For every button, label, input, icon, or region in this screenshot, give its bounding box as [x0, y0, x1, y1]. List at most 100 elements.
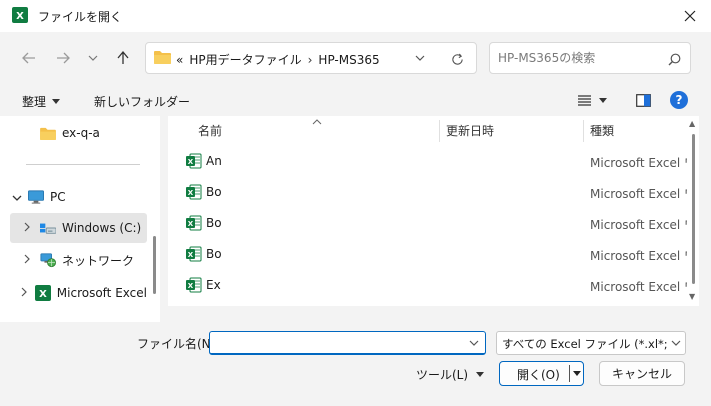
file-row[interactable]: X Ex Microsoft Excel ワ: [168, 270, 687, 300]
nav-item-label: ex-q-a: [62, 126, 100, 140]
excel-file-icon: X: [186, 184, 202, 200]
column-divider[interactable]: [439, 120, 440, 142]
preview-pane-icon: [635, 93, 651, 107]
scroll-down-arrow-icon[interactable]: ▼: [689, 292, 695, 301]
column-divider[interactable]: [583, 120, 584, 142]
open-label: 開く(O): [517, 368, 560, 382]
tools-button[interactable]: ツール(L): [416, 364, 485, 384]
excel-icon: X: [34, 285, 51, 301]
caret-down-icon: [52, 99, 61, 104]
pc-icon: [28, 189, 44, 205]
svg-text:X: X: [39, 289, 47, 300]
new-folder-button[interactable]: 新しいフォルダー: [94, 93, 190, 110]
filename-dropdown-button[interactable]: [466, 335, 482, 351]
nav-item-label: Windows (C:): [62, 221, 142, 235]
tools-label: ツール(L): [416, 367, 469, 382]
nav-item-ex-q-a[interactable]: ex-q-a: [10, 118, 147, 148]
excel-file-icon: X: [186, 246, 202, 262]
open-split-divider: [569, 365, 570, 382]
address-bar[interactable]: « HP用データファイル › HP-MS365: [145, 42, 477, 74]
svg-text:X: X: [188, 220, 194, 228]
window-title: ファイルを開く: [38, 10, 123, 24]
search-box[interactable]: [489, 42, 691, 74]
breadcrumb-item-hp-data[interactable]: HP用データファイル: [189, 51, 301, 68]
nav-pane-scrollbar[interactable]: [153, 236, 156, 294]
address-dropdown-button[interactable]: [410, 49, 430, 67]
view-options-button[interactable]: [578, 90, 607, 110]
sort-ascending-icon: [312, 116, 322, 128]
file-list: 名前 更新日時 種類 X An Microsoft Excel ワ X Bo M…: [168, 116, 687, 306]
back-button[interactable]: [16, 45, 42, 71]
nav-item-microsoft-excel[interactable]: X Microsoft Excel: [10, 278, 147, 308]
scroll-up-arrow-icon[interactable]: ▲: [689, 119, 695, 128]
breadcrumb-separator[interactable]: ›: [308, 53, 313, 67]
file-row[interactable]: X Bo Microsoft Excel ワ: [168, 239, 687, 269]
breadcrumb-overflow[interactable]: «: [176, 53, 183, 67]
cancel-button[interactable]: キャンセル: [599, 361, 685, 386]
filetype-select[interactable]: すべての Excel ファイル (*.xl*;*.xlsx: [496, 331, 686, 355]
chevron-right-icon[interactable]: [20, 287, 29, 300]
column-header-name[interactable]: 名前: [198, 122, 222, 139]
column-header-date[interactable]: 更新日時: [446, 122, 494, 139]
file-type: Microsoft Excel ワ: [590, 280, 687, 294]
chevron-down-icon: [469, 340, 479, 346]
filename-combobox[interactable]: [209, 331, 486, 355]
chevron-down-icon: [671, 340, 681, 346]
close-button[interactable]: [670, 0, 710, 32]
arrow-left-icon: [22, 52, 35, 64]
list-view-icon: [578, 94, 591, 106]
excel-file-icon: X: [186, 215, 202, 231]
filetype-dropdown-button[interactable]: [669, 335, 683, 351]
chevron-down-icon: [415, 55, 425, 61]
open-button[interactable]: 開く(O): [499, 361, 584, 386]
recent-locations-button[interactable]: [82, 45, 104, 71]
refresh-button[interactable]: [444, 48, 470, 70]
file-name: Bo: [206, 216, 222, 230]
caret-down-icon: [573, 371, 581, 376]
file-name: Bo: [206, 247, 222, 261]
file-name: Bo: [206, 185, 222, 199]
help-button[interactable]: ?: [670, 91, 688, 109]
nav-item-network[interactable]: ネットワーク: [10, 245, 147, 275]
excel-icon: X: [12, 7, 28, 23]
nav-item-pc[interactable]: PC: [10, 182, 147, 212]
filetype-selected-value: すべての Excel ファイル (*.xl*;*.xlsx: [502, 337, 668, 351]
chevron-right-icon[interactable]: [20, 254, 34, 267]
breadcrumb: « HP用データファイル › HP-MS365: [176, 51, 380, 68]
network-icon: [40, 252, 56, 268]
help-icon: ?: [675, 93, 683, 107]
chevron-down-icon[interactable]: [10, 191, 24, 204]
arrow-right-icon: [57, 52, 70, 64]
search-input[interactable]: [498, 49, 658, 67]
file-type: Microsoft Excel ワ: [590, 249, 687, 263]
forward-button[interactable]: [50, 45, 76, 71]
file-row[interactable]: X Bo Microsoft Excel ワ: [168, 208, 687, 238]
navigation-pane: ex-q-a PC Windows (C:) ネットワーク X Microsof…: [0, 116, 160, 322]
file-list-scrollbar-thumb[interactable]: [692, 134, 695, 284]
chevron-down-icon: [88, 55, 98, 61]
file-row[interactable]: X An Microsoft Excel ワ: [168, 146, 687, 176]
filename-label: ファイル名(N):: [137, 337, 220, 351]
arrow-up-icon: [117, 51, 129, 64]
preview-pane-button[interactable]: [633, 90, 653, 110]
file-type: Microsoft Excel ワ: [590, 156, 687, 170]
column-header: 名前 更新日時 種類: [168, 116, 687, 144]
file-row[interactable]: X Bo Microsoft Excel ワ: [168, 177, 687, 207]
file-name: Ex: [206, 278, 221, 292]
svg-text:X: X: [188, 189, 194, 197]
search-button[interactable]: [664, 49, 684, 69]
organize-button[interactable]: 整理: [22, 93, 61, 110]
caret-down-icon: [599, 97, 607, 103]
breadcrumb-item-hp-ms365[interactable]: HP-MS365: [318, 53, 379, 67]
file-type: Microsoft Excel ワ: [590, 218, 687, 232]
folder-icon: [154, 50, 171, 67]
open-options-dropdown[interactable]: [571, 365, 583, 382]
filename-input[interactable]: [214, 334, 454, 352]
up-button[interactable]: [110, 45, 136, 71]
column-header-type[interactable]: 種類: [590, 122, 614, 139]
file-name: An: [206, 154, 222, 168]
excel-file-icon: X: [186, 153, 202, 169]
nav-item-windows-c[interactable]: Windows (C:): [10, 213, 147, 243]
chevron-right-icon[interactable]: [20, 222, 34, 235]
drive-icon: [40, 220, 56, 236]
